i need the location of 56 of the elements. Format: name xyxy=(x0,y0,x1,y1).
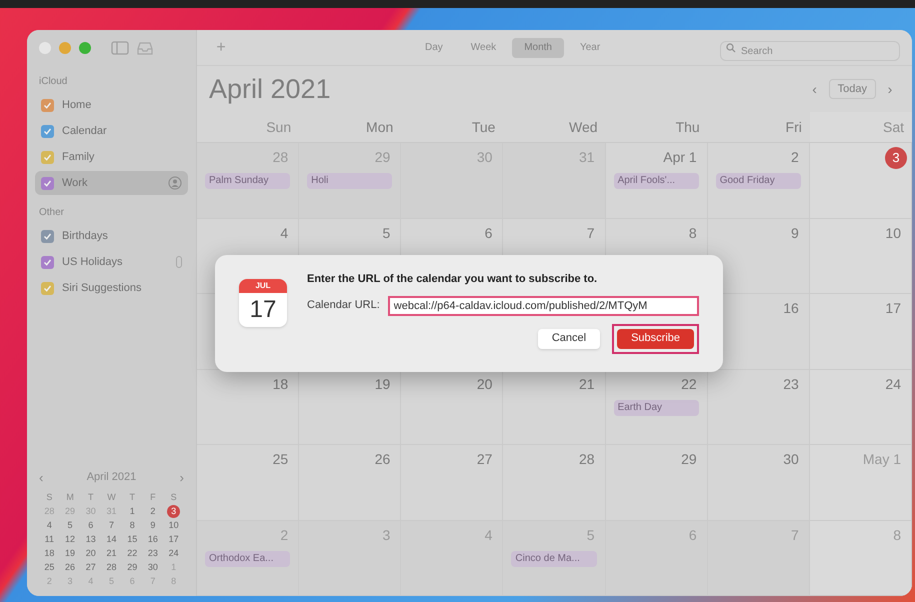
day-number: May 1 xyxy=(862,450,902,469)
day-number: 28 xyxy=(578,450,596,469)
section-label: Other xyxy=(38,206,66,220)
day-number: 4 xyxy=(280,224,290,242)
day-number: 30 xyxy=(783,450,800,469)
day-number: 3 xyxy=(885,147,907,169)
day-number: 5 xyxy=(382,224,392,242)
weekday-header: Wed xyxy=(569,118,598,136)
calendar-name: Home xyxy=(62,98,92,113)
day-number: 17 xyxy=(885,299,902,318)
calendar-name: Work xyxy=(62,176,88,191)
month-title: April 2021 xyxy=(86,470,136,485)
day-number: Apr 1 xyxy=(663,148,698,167)
calendar-name: Calendar xyxy=(62,124,108,139)
day-number: 22 xyxy=(681,374,698,394)
day-number: 27 xyxy=(476,450,494,469)
calendar-name: Family xyxy=(62,150,96,165)
day-number: 6 xyxy=(484,224,494,242)
weekday-label: S xyxy=(45,491,54,504)
weekday-header: Sun xyxy=(266,118,292,136)
day-number: 25 xyxy=(272,450,290,469)
weekday-label: T xyxy=(87,491,95,504)
day-number: 24 xyxy=(885,374,902,394)
icon-day: 17 xyxy=(239,293,287,327)
day-number: 9 xyxy=(791,224,800,242)
day-number: 21 xyxy=(578,374,596,394)
weekday-label: M xyxy=(65,491,75,504)
day-number: 7 xyxy=(586,224,596,242)
icon-month: JUL xyxy=(239,279,287,293)
weekday-header: Fri xyxy=(786,118,802,136)
section-label: iCloud xyxy=(38,75,68,89)
day-number: 8 xyxy=(893,526,902,544)
day-number: 10 xyxy=(885,224,902,242)
month-title: April 2021 xyxy=(209,72,331,106)
day-number: 29 xyxy=(681,450,698,469)
calendar-name: US Holidays xyxy=(62,254,124,270)
weekday-label: W xyxy=(106,491,117,504)
day-number: 23 xyxy=(783,374,800,394)
field-label: Calendar URL: xyxy=(307,298,380,314)
day-number: 2 xyxy=(791,148,800,167)
weekday-header: Mon xyxy=(366,118,394,136)
weekday-label: S xyxy=(170,491,178,504)
calendar-name: Siri Suggestions xyxy=(62,280,142,296)
day-number: 20 xyxy=(476,374,494,394)
day-number: 19 xyxy=(374,374,392,394)
calendar-name: Birthdays xyxy=(62,228,109,244)
dialog-message: Enter the URL of the calendar you want to subscribe to. xyxy=(307,272,598,287)
weekday-label: T xyxy=(128,491,136,504)
weekday-header: Sat xyxy=(882,118,904,136)
day-number: 16 xyxy=(783,299,800,318)
weekday-label: F xyxy=(149,491,157,504)
day-number: 26 xyxy=(374,450,392,469)
day-number: 18 xyxy=(272,374,290,394)
weekday-header: Tue xyxy=(472,118,496,136)
weekday-header: Thu xyxy=(676,118,700,136)
day-number: 8 xyxy=(688,224,698,242)
